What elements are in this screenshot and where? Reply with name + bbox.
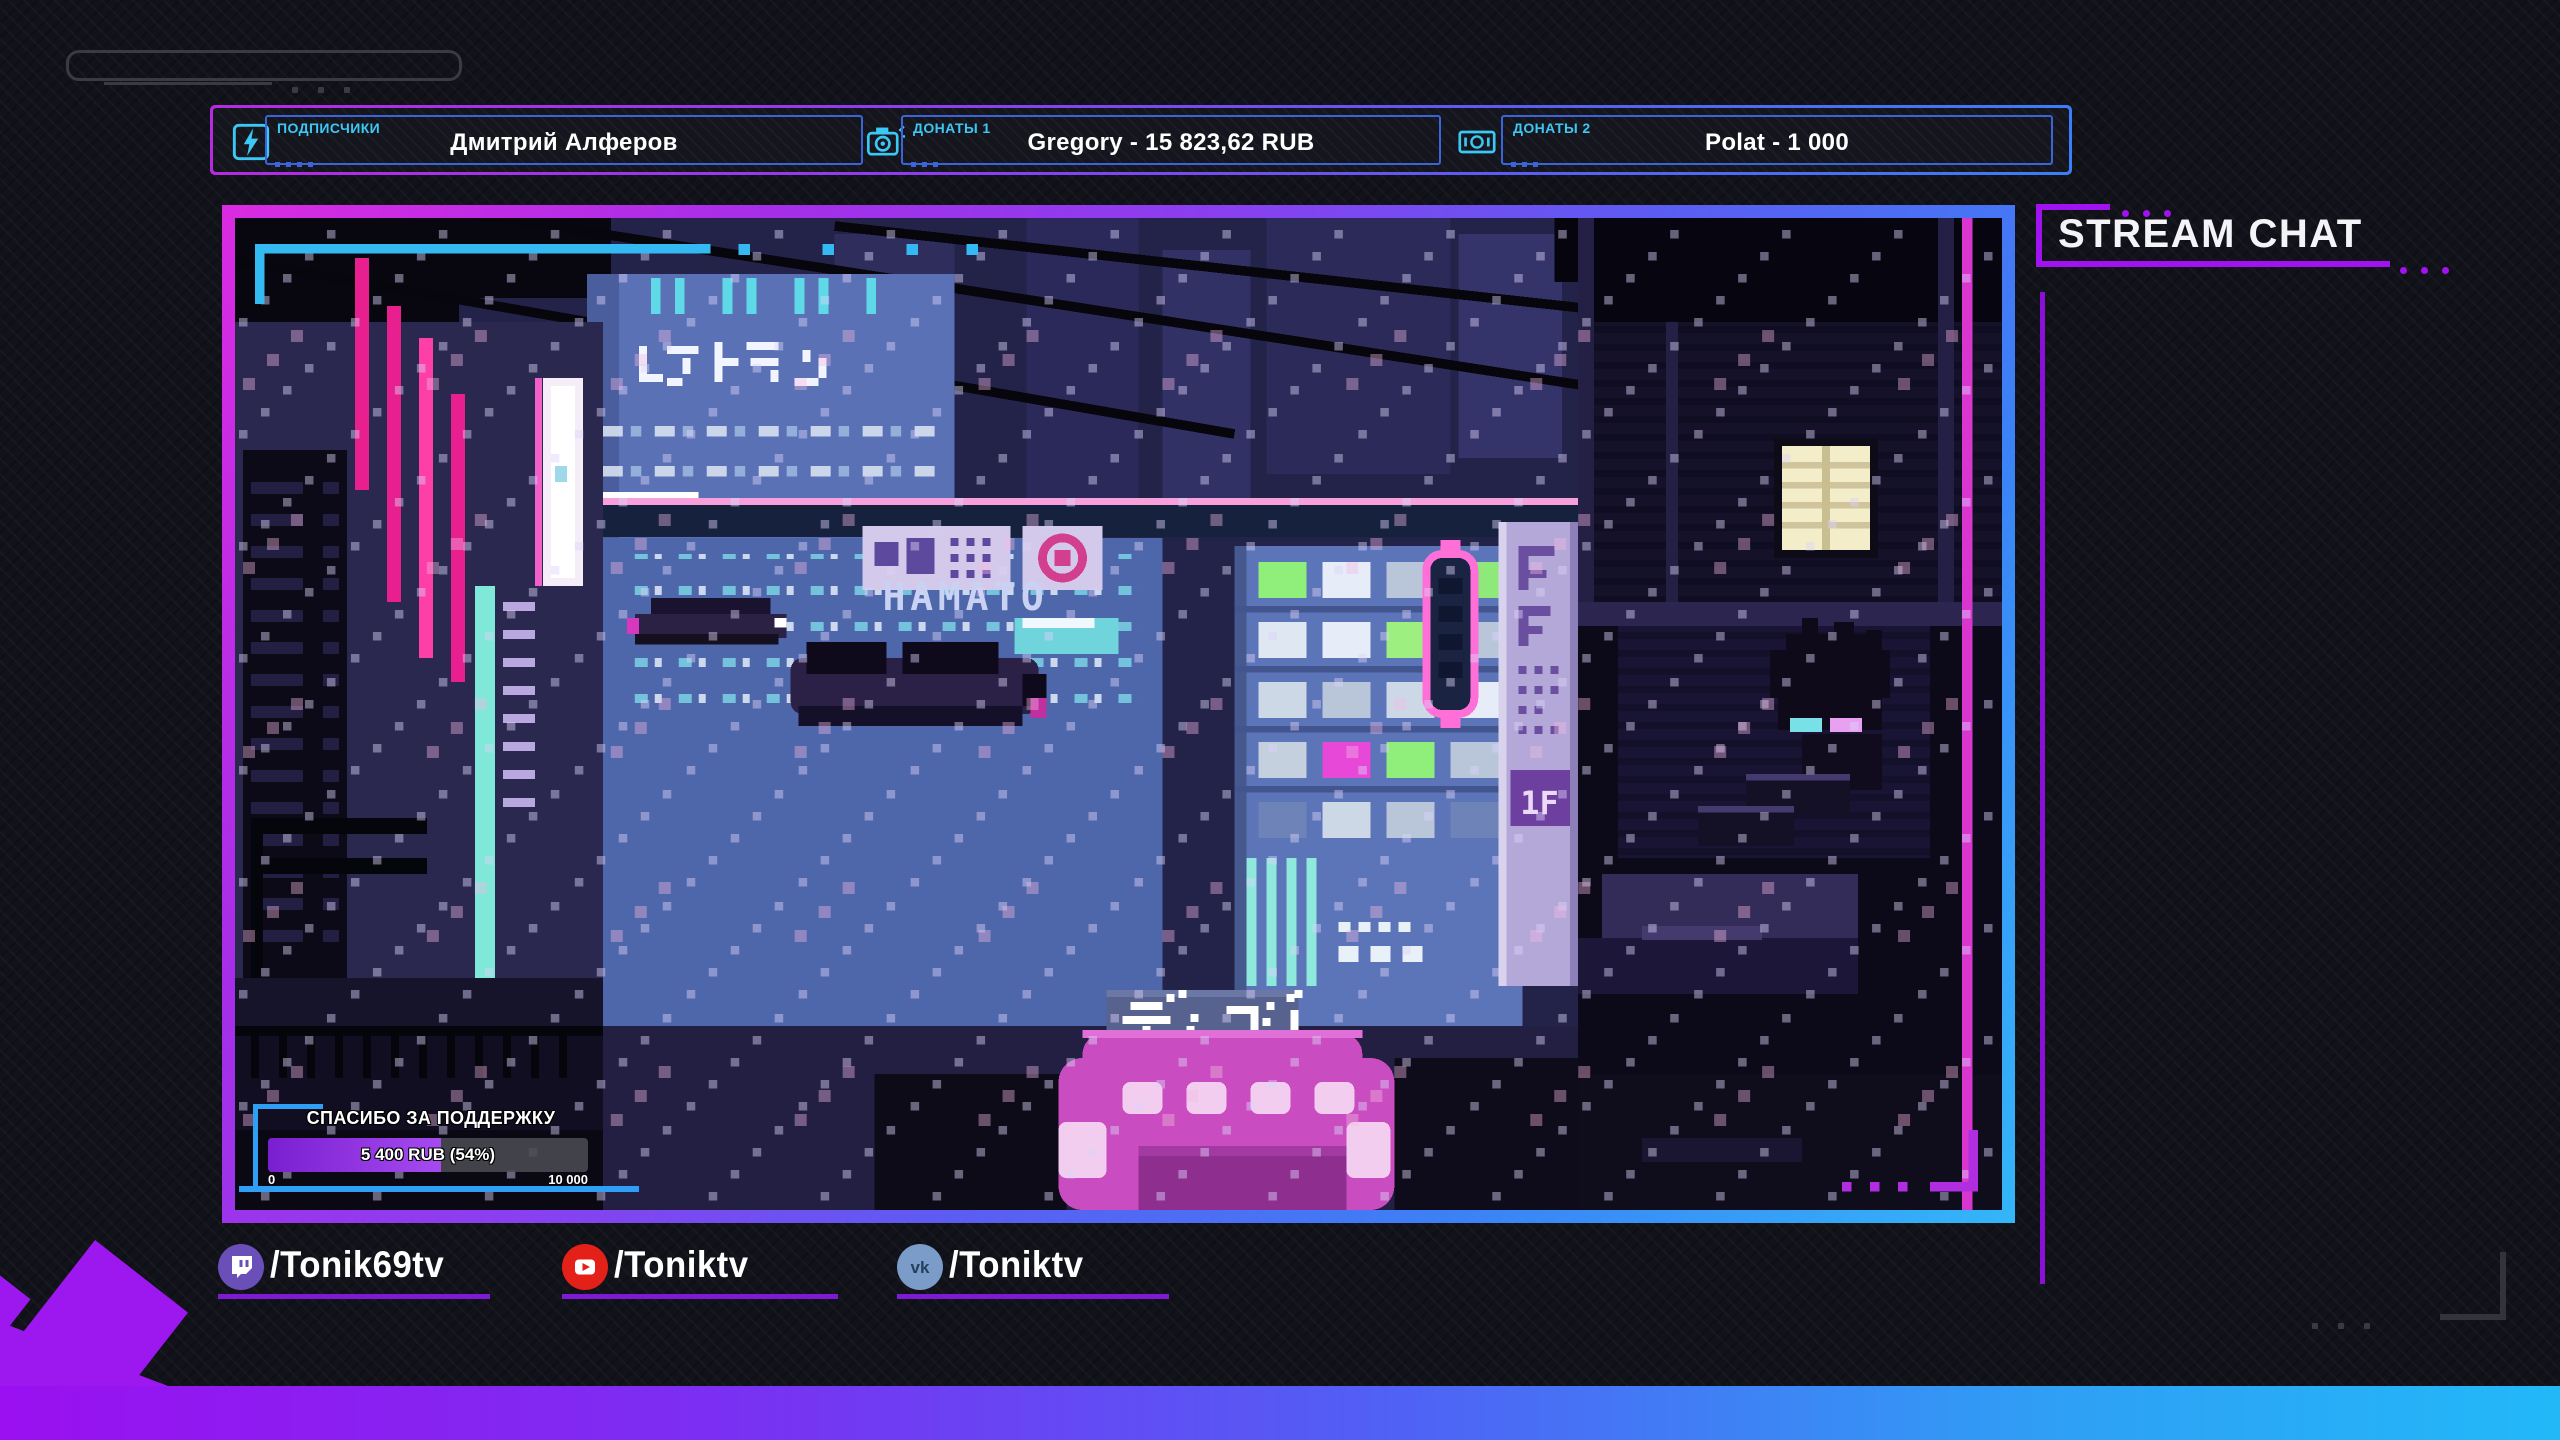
chat-dots [2400, 261, 2463, 279]
chat-bracket [2036, 204, 2042, 264]
bottom-right-dots-decoration [2312, 1316, 2390, 1334]
chat-bracket [2036, 204, 2110, 210]
social-link-vk[interactable]: vk /Toniktv [897, 1242, 1169, 1302]
pixel-art-canvas: 5112 HAMATO [235, 218, 2002, 1210]
rain-overlay [235, 218, 2002, 1210]
subscribers-value: Дмитрий Алферов [267, 117, 861, 163]
donations-2-value: Polat - 1 000 [1503, 117, 2051, 163]
social-underline [218, 1294, 490, 1299]
pixel-art-scene: 5112 HAMATO [235, 218, 2002, 1210]
donations-1-value: Gregory - 15 823,62 RUB [903, 117, 1439, 163]
goal-max-label: 10 000 [468, 1172, 588, 1187]
top-left-line-decoration [104, 82, 272, 85]
stream-chat-title: STREAM CHAT [2058, 212, 2363, 257]
donations-1-widget: ДОНАТЫ 1 Gregory - 15 823,62 RUB [901, 115, 1441, 165]
twitch-icon [218, 1244, 264, 1290]
bottom-gradient-bar [0, 1386, 2560, 1440]
camera-donation-icon [865, 122, 905, 162]
youtube-icon [562, 1244, 608, 1290]
goal-min-label: 0 [268, 1172, 275, 1187]
bottom-right-bracket-decoration [2500, 1252, 2506, 1320]
social-handle: /Tonik69tv [270, 1244, 444, 1286]
social-handle: /Toniktv [949, 1244, 1084, 1286]
social-underline [562, 1294, 838, 1299]
goal-progress-bar: 5 400 RUB (54%) [268, 1138, 588, 1172]
top-left-outline-decoration [66, 50, 462, 81]
social-underline [897, 1294, 1169, 1299]
social-link-youtube[interactable]: /Toniktv [562, 1242, 838, 1302]
svg-text:vk: vk [911, 1258, 930, 1277]
vk-icon: vk [897, 1244, 943, 1290]
top-widget-bar: ПОДПИСЧИКИ Дмитрий Алферов ДОНАТЫ 1 Greg… [210, 105, 2072, 175]
goal-title: СПАСИБО ЗА ПОДДЕРЖКУ [288, 1108, 574, 1129]
goal-progress-label: 5 400 RUB (54%) [268, 1138, 588, 1172]
social-handle: /Toniktv [614, 1244, 749, 1286]
widget-dots [275, 162, 313, 167]
top-widget-bar-inner: ПОДПИСЧИКИ Дмитрий Алферов ДОНАТЫ 1 Greg… [213, 108, 2069, 172]
goal-bracket [253, 1104, 258, 1192]
donations-2-widget: ДОНАТЫ 2 Polat - 1 000 [1501, 115, 2053, 165]
chat-left-border [2040, 292, 2045, 1284]
top-left-dots-decoration [292, 80, 370, 98]
widget-dots [1511, 162, 1538, 167]
widget-dots [911, 162, 938, 167]
subscribers-widget: ПОДПИСЧИКИ Дмитрий Алферов [265, 115, 863, 165]
video-frame: 5112 HAMATO [222, 205, 2015, 1223]
bottom-right-bracket-decoration [2440, 1314, 2506, 1320]
stream-overlay-page: ПОДПИСЧИКИ Дмитрий Алферов ДОНАТЫ 1 Greg… [0, 0, 2560, 1440]
chat-underline [2036, 261, 2390, 267]
banknote-icon [1457, 122, 1497, 162]
social-link-twitch[interactable]: /Tonik69tv [218, 1242, 490, 1302]
